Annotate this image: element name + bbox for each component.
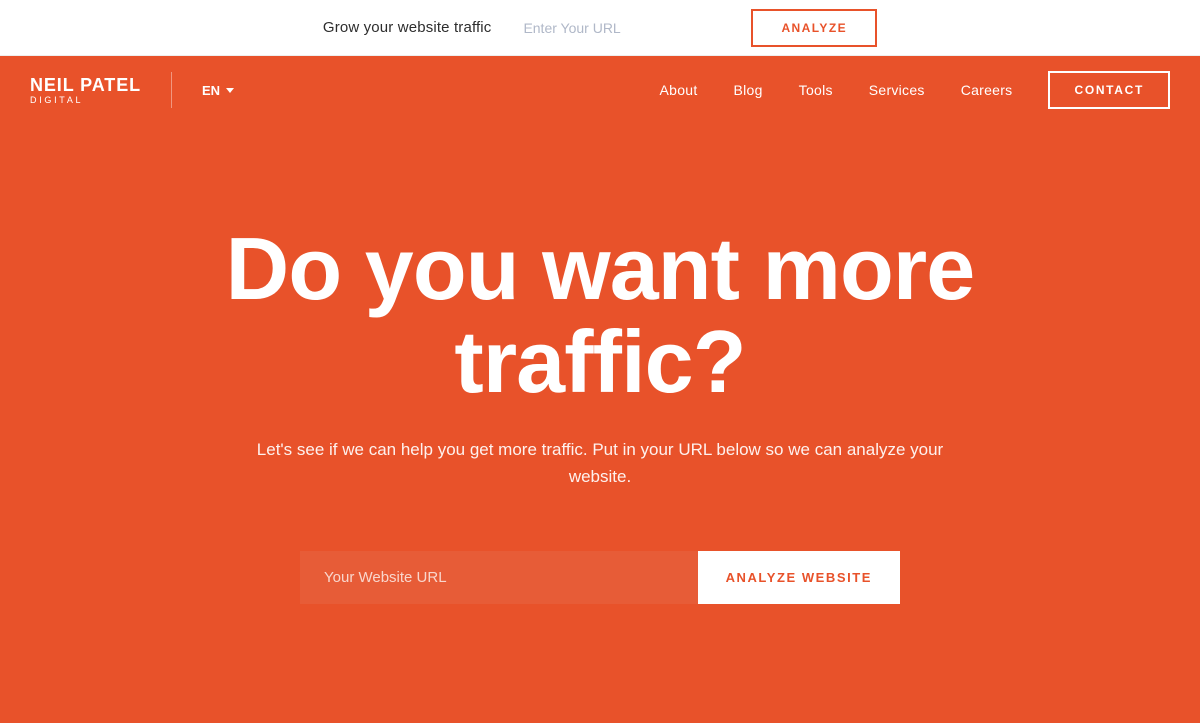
nav-blog[interactable]: Blog <box>734 82 763 98</box>
language-selector[interactable]: EN <box>202 83 234 98</box>
nav-tools[interactable]: Tools <box>799 82 833 98</box>
top-bar-tagline: Grow your website traffic <box>323 19 492 36</box>
nav-divider <box>171 72 172 108</box>
nav-services[interactable]: Services <box>869 82 925 98</box>
nav-links: About Blog Tools Services Careers CONTAC… <box>660 71 1170 109</box>
logo-name: NEIL PATEL <box>30 76 141 94</box>
contact-button[interactable]: CONTACT <box>1048 71 1170 109</box>
top-analyze-button[interactable]: ANALYZE <box>751 9 877 47</box>
logo[interactable]: NEIL PATEL DIGITAL <box>30 76 141 105</box>
chevron-down-icon <box>226 88 234 93</box>
lang-label: EN <box>202 83 220 98</box>
nav-about[interactable]: About <box>660 82 698 98</box>
main-nav: NEIL PATEL DIGITAL EN About Blog Tools S… <box>0 56 1200 124</box>
nav-careers[interactable]: Careers <box>961 82 1013 98</box>
analyze-website-button[interactable]: ANALYZE WEBSITE <box>698 551 900 604</box>
nav-left: NEIL PATEL DIGITAL EN <box>30 72 234 108</box>
hero-section: Do you want more traffic? Let's see if w… <box>0 124 1200 723</box>
top-bar: Grow your website traffic ANALYZE <box>0 0 1200 56</box>
hero-subtitle: Let's see if we can help you get more tr… <box>240 436 960 490</box>
logo-digital: DIGITAL <box>30 96 141 105</box>
top-url-input[interactable] <box>511 12 731 44</box>
hero-form: ANALYZE WEBSITE <box>300 551 900 604</box>
hero-title: Do you want more traffic? <box>100 223 1100 408</box>
hero-url-input[interactable] <box>300 551 698 604</box>
